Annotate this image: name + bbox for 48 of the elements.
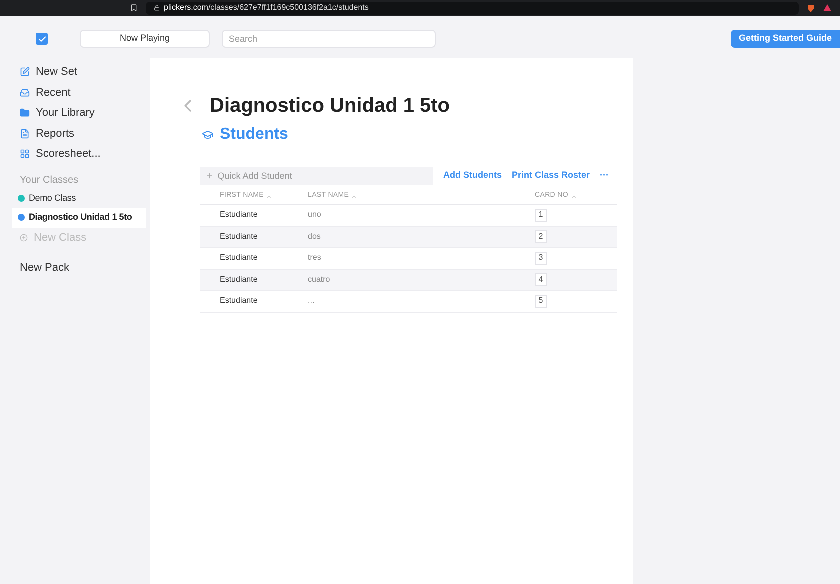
add-icon — [20, 234, 28, 242]
table-cell-text: ... — [308, 295, 316, 308]
checkbox-logo-icon — [36, 33, 48, 45]
graduation-cap-icon — [202, 129, 214, 141]
table-row[interactable]: Estudiante dos 2 — [200, 226, 617, 248]
sort-caret-icon — [351, 194, 358, 200]
bookmark-icon — [130, 4, 138, 12]
table-cell-text: Estudiante — [219, 230, 259, 243]
shield-icon — [807, 4, 815, 12]
sidebar-item[interactable]: Recent — [12, 82, 146, 103]
now-playing-button[interactable]: Now Playing — [80, 30, 210, 48]
sidebar-item[interactable]: New Set — [12, 62, 146, 82]
card-number: 1 — [535, 208, 547, 222]
sidebar-item[interactable]: New Pack — [12, 248, 146, 276]
class-item[interactable]: Diagnostico Unidad 1 5to — [12, 208, 146, 228]
table-cell-text: tres — [308, 252, 322, 264]
sort-caret-icon — [266, 194, 272, 200]
lock-icon — [154, 5, 160, 11]
table-cell-text: cuatro — [308, 274, 332, 286]
card-number: 4 — [535, 273, 547, 286]
sidebar-item[interactable]: Reports — [12, 124, 146, 144]
url-text: plickers.com/classes/627e7ff1f169c500136f2a1c/students — [164, 2, 369, 14]
search-field[interactable]: Search — [222, 30, 436, 48]
table-cell-text: uno — [308, 209, 322, 222]
class-item[interactable]: Demo Class — [12, 188, 146, 208]
sidebar-icon — [20, 128, 30, 139]
sidebar-item[interactable]: Scoresheet... — [12, 144, 146, 164]
address-bar[interactable]: plickers.com/classes/627e7ff1f169c500136f2a1c/students — [146, 2, 799, 14]
table-cell-text: Estudiante — [219, 252, 259, 264]
sidebar-icon — [20, 108, 30, 118]
table-cell-text: dos — [308, 230, 322, 243]
sidebar-icon — [20, 67, 30, 78]
plus-icon — [206, 172, 214, 180]
sidebar-icon — [20, 88, 30, 98]
card-number: 3 — [535, 252, 547, 265]
triangle-icon — [823, 4, 832, 12]
table-cell-text: Estudiante — [219, 274, 259, 286]
table-row[interactable]: Estudiante cuatro 4 — [200, 270, 617, 291]
section-title: Students — [220, 125, 288, 145]
section-label: Your Classes — [19, 174, 80, 188]
table-cell-text: Estudiante — [219, 295, 259, 308]
card-number: 2 — [535, 230, 547, 244]
table-cell-text: Estudiante — [219, 209, 259, 222]
card-number: 5 — [535, 294, 547, 308]
sidebar-item[interactable]: Your Library — [12, 103, 146, 124]
page-title: Diagnostico Unidad 1 5to — [210, 94, 450, 119]
sidebar-icon — [20, 149, 30, 160]
sort-caret-icon — [570, 194, 577, 200]
